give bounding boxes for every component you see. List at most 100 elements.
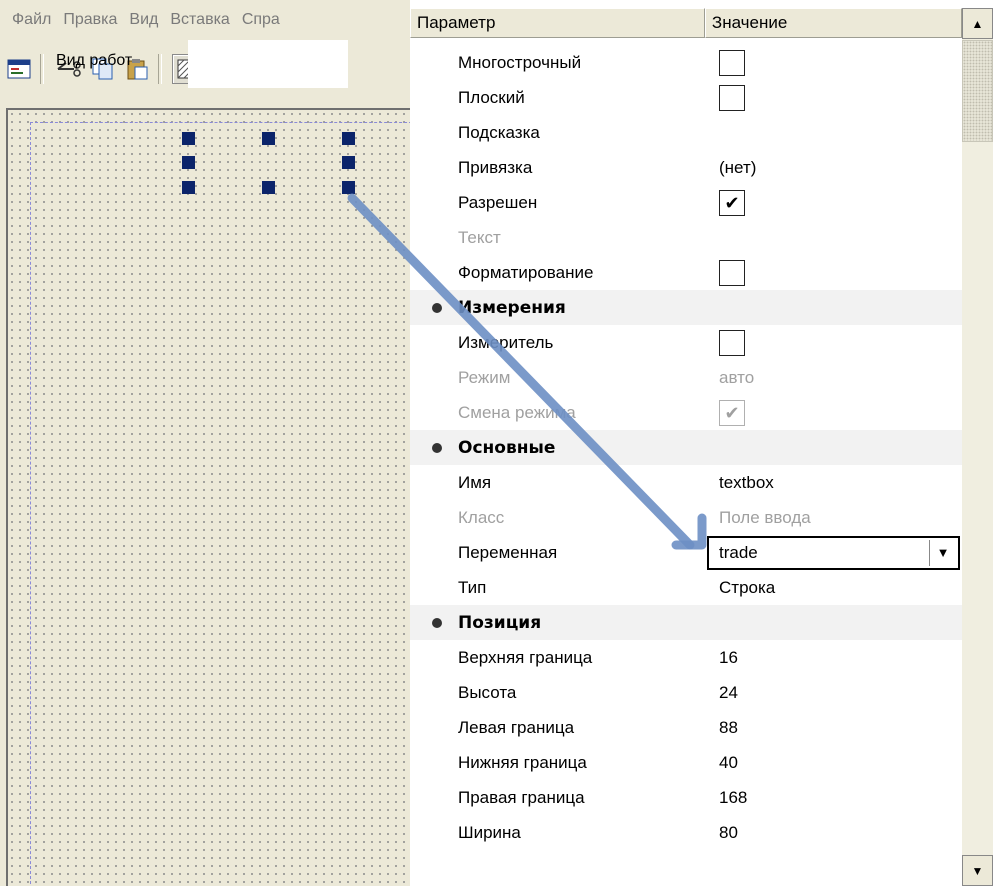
property-row[interactable]: Имя textbox xyxy=(410,465,962,500)
property-row[interactable]: Верхняя граница 16 xyxy=(410,640,962,675)
form-boundary xyxy=(30,122,410,886)
variable-combobox[interactable]: trade ▼ xyxy=(707,535,960,570)
property-value[interactable]: (нет) xyxy=(719,158,756,178)
scroll-thumb[interactable] xyxy=(962,40,993,142)
property-name: Высота xyxy=(458,682,517,702)
property-row[interactable]: Режим авто xyxy=(410,360,962,395)
property-name: Тип xyxy=(458,577,487,597)
scroll-up-arrow-icon[interactable]: ▲ xyxy=(962,8,993,39)
category-bullet-icon xyxy=(432,442,442,453)
resize-handle[interactable] xyxy=(262,181,275,194)
property-name: Разрешен xyxy=(458,192,538,212)
menu-item[interactable]: Вставка xyxy=(170,11,229,29)
property-row[interactable]: Разрешен ✔ xyxy=(410,185,962,220)
selected-textbox-control[interactable] xyxy=(188,40,348,88)
property-name: Подсказка xyxy=(458,122,540,142)
property-row[interactable]: Текст xyxy=(410,220,962,255)
property-row[interactable]: Измеритель xyxy=(410,325,962,360)
property-value: авто xyxy=(719,367,755,387)
property-row[interactable]: Тип Строка xyxy=(410,570,962,605)
property-value[interactable]: 16 xyxy=(719,648,738,668)
form-label-vid-rabot[interactable]: Вид работ xyxy=(56,52,132,70)
property-row[interactable]: Класс Поле ввода xyxy=(410,500,962,535)
column-header-value[interactable]: Значение xyxy=(704,8,962,38)
property-name: Класс xyxy=(458,507,505,527)
menu-item[interactable]: Спра xyxy=(242,11,280,29)
category-bullet-icon xyxy=(432,617,442,628)
menu-item[interactable]: Файл xyxy=(12,11,51,29)
dialog-icon[interactable] xyxy=(4,54,34,84)
property-name: Форматирование xyxy=(458,262,594,282)
vertical-scrollbar[interactable]: ▲ ▼ xyxy=(962,8,993,886)
property-value[interactable]: 24 xyxy=(719,683,738,703)
property-rows: Многострочный Плоский Подсказка Привязка (не… xyxy=(410,45,962,850)
resize-handle[interactable] xyxy=(182,132,195,145)
property-name: Основные xyxy=(458,437,556,458)
property-value[interactable]: Строка xyxy=(719,578,775,598)
property-row[interactable]: Переменная trade ▼ xyxy=(410,535,962,570)
design-canvas[interactable] xyxy=(6,108,410,886)
category-row[interactable]: Позиция xyxy=(410,605,962,640)
property-row[interactable]: Форматирование xyxy=(410,255,962,290)
scroll-down-arrow-icon[interactable]: ▼ xyxy=(962,855,993,886)
property-value[interactable]: textbox xyxy=(719,473,774,493)
property-value[interactable]: 40 xyxy=(719,753,738,773)
toolbar-separator xyxy=(158,54,162,84)
property-checkbox[interactable] xyxy=(719,84,745,111)
property-name: Измеритель xyxy=(458,332,554,352)
property-row[interactable]: Плоский xyxy=(410,80,962,115)
combobox-value: trade xyxy=(719,542,758,562)
property-name: Ширина xyxy=(458,822,521,842)
property-row[interactable]: Левая граница 88 xyxy=(410,710,962,745)
property-name: Смена режима xyxy=(458,402,576,422)
property-row[interactable]: Правая граница 168 xyxy=(410,780,962,815)
property-name: Переменная xyxy=(458,542,558,562)
resize-handle[interactable] xyxy=(342,132,355,145)
resize-handle[interactable] xyxy=(262,132,275,145)
property-name: Позиция xyxy=(458,612,542,633)
resize-handle[interactable] xyxy=(342,156,355,169)
property-value[interactable]: 168 xyxy=(719,788,747,808)
property-row[interactable]: Подсказка xyxy=(410,115,962,150)
property-name: Привязка xyxy=(458,157,533,177)
resize-handle[interactable] xyxy=(342,181,355,194)
property-value[interactable]: 88 xyxy=(719,718,738,738)
property-row[interactable]: Смена режима ✔ xyxy=(410,395,962,430)
property-name: Нижняя граница xyxy=(458,752,587,772)
menu-item[interactable]: Правка xyxy=(63,11,117,29)
property-checkbox[interactable] xyxy=(719,329,745,356)
property-value: Поле ввода xyxy=(719,507,811,527)
property-row[interactable]: Привязка (нет) xyxy=(410,150,962,185)
toolbar-separator xyxy=(40,54,44,84)
property-name: Плоский xyxy=(458,87,525,107)
property-name: Режим xyxy=(458,367,511,387)
property-checkbox[interactable] xyxy=(719,259,745,286)
property-name: Верхняя граница xyxy=(458,647,593,667)
property-checkbox[interactable]: ✔ xyxy=(719,189,745,216)
property-row[interactable]: Многострочный xyxy=(410,45,962,80)
form-designer: ФайлПравкаВидВставкаСпра ab Ви xyxy=(0,0,410,886)
property-value[interactable]: 80 xyxy=(719,823,738,843)
dropdown-arrow-icon[interactable]: ▼ xyxy=(929,539,956,566)
property-name: Измерения xyxy=(458,297,566,318)
category-bullet-icon xyxy=(432,302,442,313)
property-name: Правая граница xyxy=(458,787,585,807)
property-row[interactable]: Ширина 80 xyxy=(410,815,962,850)
menu-bar: Файл Правка Вид Вставка Спра xyxy=(0,0,410,40)
category-row[interactable]: Основные xyxy=(410,430,962,465)
property-checkbox[interactable] xyxy=(719,49,745,76)
property-row[interactable]: Нижняя граница 40 xyxy=(410,745,962,780)
menu-item[interactable]: Вид xyxy=(129,11,158,29)
property-checkbox: ✔ xyxy=(719,399,745,426)
property-name: Имя xyxy=(458,472,492,492)
resize-handle[interactable] xyxy=(182,156,195,169)
resize-handle[interactable] xyxy=(182,181,195,194)
category-row[interactable]: Измерения xyxy=(410,290,962,325)
property-name: Текст xyxy=(458,227,501,247)
property-grid-header: Параметр Значение xyxy=(410,8,962,38)
column-header-parameter[interactable]: Параметр xyxy=(410,8,705,38)
property-name: Левая граница xyxy=(458,717,575,737)
property-grid: Параметр Значение Многострочный Плоский По… xyxy=(410,0,993,886)
property-row[interactable]: Высота 24 xyxy=(410,675,962,710)
property-name: Многострочный xyxy=(458,52,582,72)
